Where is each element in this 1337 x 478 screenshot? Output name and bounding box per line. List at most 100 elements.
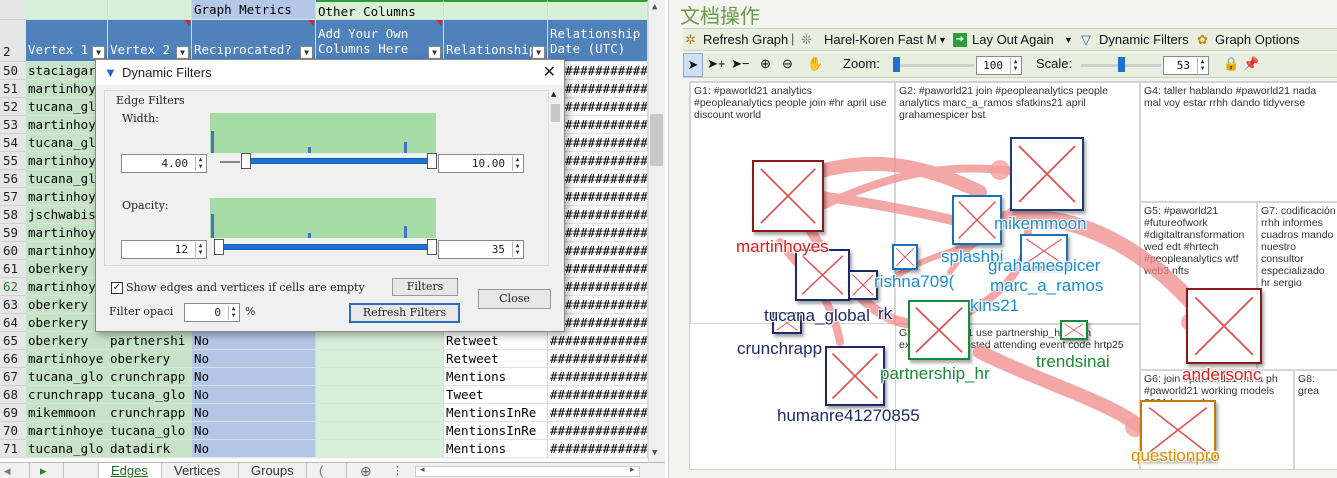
custom-column-cell[interactable] bbox=[316, 332, 444, 350]
close-button[interactable]: Close bbox=[478, 289, 551, 309]
vertex-1-cell[interactable]: martinhoye bbox=[26, 422, 108, 440]
relationship-cell[interactable]: Mentions bbox=[444, 440, 548, 458]
layout-select[interactable]: Harel-Koren Fast M bbox=[824, 32, 936, 47]
add-select-tool-icon[interactable]: ➤+ bbox=[707, 56, 725, 72]
filter-dropdown-icon[interactable]: ▼ bbox=[532, 46, 545, 59]
reciprocated-cell[interactable]: No bbox=[192, 386, 316, 404]
lock-icon[interactable]: 🔒 bbox=[1223, 56, 1239, 72]
zoom-spinner[interactable]: ▲ ▼ bbox=[1010, 58, 1020, 73]
graph-options-button[interactable]: Graph Options bbox=[1215, 32, 1300, 47]
filter-dropdown-icon[interactable]: ▼ bbox=[428, 46, 441, 59]
row-header[interactable]: 66 bbox=[0, 350, 26, 368]
vertex-1-cell[interactable]: tucana_glo bbox=[26, 368, 108, 386]
vertex-label-krishna[interactable]: rishna709( bbox=[874, 272, 954, 292]
zoom-input[interactable]: 100 ▲ ▼ bbox=[976, 56, 1022, 75]
vertex-label-marc-a-ramos[interactable]: marc_a_ramos bbox=[990, 276, 1103, 296]
vertex-label-humanre[interactable]: humanre41270855 bbox=[777, 406, 920, 426]
tab-more[interactable]: ( bbox=[307, 463, 347, 478]
row-header[interactable]: 64 bbox=[0, 314, 26, 332]
add-sheet-icon[interactable]: ⊕ bbox=[360, 463, 372, 478]
row-header[interactable]: 63 bbox=[0, 296, 26, 314]
row-header[interactable]: 57 bbox=[0, 188, 26, 206]
vertex-label-partnership-hr[interactable]: partnership_hr bbox=[880, 364, 990, 384]
vertex-label-questionpro[interactable]: questionpro bbox=[1131, 446, 1220, 466]
row-header[interactable]: 60 bbox=[0, 242, 26, 260]
more-options-icon[interactable]: ⋮ bbox=[392, 464, 403, 477]
relationship-date-cell[interactable]: ############# bbox=[548, 404, 648, 422]
close-icon[interactable]: ✕ bbox=[543, 60, 556, 85]
vertex-2-cell[interactable]: oberkery bbox=[108, 350, 192, 368]
vertex-label-trendsinai[interactable]: trendsinai bbox=[1036, 352, 1110, 372]
dynamic-filters-button[interactable]: Dynamic Filters bbox=[1099, 32, 1189, 47]
row-header[interactable]: 68 bbox=[0, 386, 26, 404]
vertex-label-tucana-global[interactable]: tucana_global bbox=[764, 306, 870, 326]
vertex-label-rk[interactable]: rk bbox=[878, 304, 892, 324]
add-your-own-columns-header[interactable]: Add Your Own Columns Here ▼ bbox=[316, 20, 444, 62]
vertex-image-andersonc[interactable] bbox=[1186, 288, 1262, 364]
pan-hand-icon[interactable]: ✋ bbox=[807, 56, 823, 72]
vertex-image-mikemmoon[interactable] bbox=[1010, 137, 1084, 211]
relationship-date-cell[interactable]: ############# bbox=[548, 440, 648, 458]
show-empty-checkbox[interactable]: ✓ bbox=[111, 282, 123, 294]
vertex-1-cell[interactable]: crunchrapp bbox=[26, 386, 108, 404]
tab-scroll-left-icon[interactable]: ◂ bbox=[0, 463, 30, 478]
row-header[interactable]: 51 bbox=[0, 80, 26, 98]
horizontal-scrollbar[interactable] bbox=[415, 466, 640, 477]
relationship-date-cell[interactable]: ############# bbox=[548, 350, 648, 368]
row-header[interactable]: 65 bbox=[0, 332, 26, 350]
scale-input[interactable]: 53 ▲ ▼ bbox=[1163, 56, 1209, 75]
filter-opacity-input[interactable]: 0 ▲ ▼ bbox=[184, 303, 240, 322]
vertex-label-mikemmoon[interactable]: mikemmoon bbox=[994, 214, 1087, 234]
width-slider-max-thumb[interactable] bbox=[427, 153, 437, 169]
row-header[interactable]: 67 bbox=[0, 368, 26, 386]
row-header[interactable]: 56 bbox=[0, 170, 26, 188]
filter-dropdown-icon[interactable]: ▼ bbox=[92, 46, 105, 59]
zoom-out-icon[interactable]: ⊖ bbox=[782, 56, 793, 72]
vertex-label-sfatkins21[interactable]: kins21 bbox=[970, 296, 1019, 316]
row-header[interactable]: 70 bbox=[0, 422, 26, 440]
vertex-image-martinhoyes[interactable] bbox=[752, 160, 824, 232]
vertex-1-header[interactable]: Vertex 1 ▼ bbox=[26, 20, 108, 62]
row-header[interactable]: 69 bbox=[0, 404, 26, 422]
layout-dropdown-icon[interactable]: ▼ bbox=[938, 35, 947, 45]
vertical-scrollbar[interactable] bbox=[648, 0, 665, 462]
reciprocated-cell[interactable]: No bbox=[192, 368, 316, 386]
custom-column-cell[interactable] bbox=[316, 368, 444, 386]
width-max-spinner[interactable]: ▲ ▼ bbox=[512, 156, 522, 171]
width-slider-range[interactable] bbox=[243, 158, 431, 164]
vertex-2-cell[interactable]: crunchrapp bbox=[108, 404, 192, 422]
filter-dropdown-icon[interactable]: ▼ bbox=[176, 46, 189, 59]
vertex-image-krishna[interactable] bbox=[892, 244, 918, 270]
vertex-1-cell[interactable]: mikemmoon bbox=[26, 404, 108, 422]
vertex-label-grahamespicer[interactable]: grahamespicer bbox=[988, 256, 1100, 276]
relationship-header[interactable]: Relationship ▼ bbox=[444, 20, 548, 62]
row-header[interactable]: 2 bbox=[0, 20, 26, 62]
tab-groups[interactable]: Groups bbox=[239, 463, 307, 478]
hscroll-left-icon[interactable]: ◂ bbox=[420, 464, 425, 475]
vertex-label-martinhoyes[interactable]: martinhoyes bbox=[736, 237, 829, 257]
vertex-2-cell[interactable]: tucana_glo bbox=[108, 386, 192, 404]
relationship-cell[interactable]: Retweet bbox=[444, 350, 548, 368]
filter-dropdown-icon[interactable]: ▼ bbox=[300, 46, 313, 59]
opacity-max-input[interactable]: 35 ▲ ▼ bbox=[438, 240, 524, 259]
relationship-cell[interactable]: Mentions bbox=[444, 368, 548, 386]
refresh-graph-button[interactable]: Refresh Graph bbox=[703, 32, 788, 47]
vertex-image-trendsinai[interactable] bbox=[1060, 320, 1088, 340]
filters-scrollbar-thumb[interactable] bbox=[551, 104, 560, 122]
reciprocated-cell[interactable]: No bbox=[192, 404, 316, 422]
filters-scrollbar[interactable]: ▲ bbox=[548, 90, 562, 266]
vertex-2-cell[interactable]: datadirk bbox=[108, 440, 192, 458]
vertex-image-partnership-hr[interactable] bbox=[908, 300, 970, 360]
vertical-scrollbar-thumb[interactable] bbox=[650, 114, 663, 166]
tab-edges[interactable]: Edges bbox=[98, 463, 162, 478]
vertex-1-cell[interactable]: tucana_glo bbox=[26, 440, 108, 458]
subtract-select-tool-icon[interactable]: ➤− bbox=[731, 56, 749, 72]
reciprocated-cell[interactable]: No bbox=[192, 422, 316, 440]
tab-scroll-right-icon[interactable]: ▸ bbox=[30, 463, 64, 478]
width-min-input[interactable]: 4.00 ▲ ▼ bbox=[121, 154, 207, 173]
select-tool-icon[interactable]: ➤ bbox=[683, 53, 703, 77]
relationship-date-cell[interactable]: ############# bbox=[548, 386, 648, 404]
width-max-input[interactable]: 10.00 ▲ ▼ bbox=[438, 154, 524, 173]
scale-slider-thumb[interactable] bbox=[1118, 57, 1125, 72]
custom-column-cell[interactable] bbox=[316, 440, 444, 458]
